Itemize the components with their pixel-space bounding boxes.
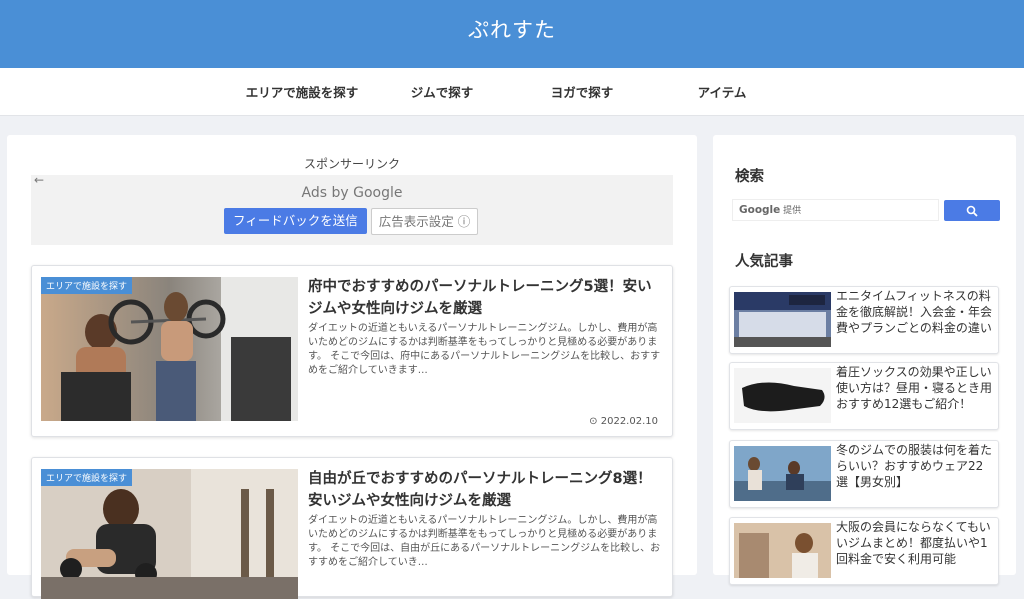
article-title[interactable]: 自由が丘でおすすめのパーソナルトレーニング8選！安いジムや女性向けジムを厳選: [308, 468, 658, 512]
nav-item-yoga[interactable]: ヨガで探す: [512, 82, 652, 101]
popular-thumbnail[interactable]: [734, 523, 831, 578]
article-card[interactable]: エリアで施設を探す 府中でおすすめのパーソナルトレーニング5選！安いジムや女性向…: [31, 265, 673, 437]
popular-thumbnail[interactable]: [734, 368, 831, 423]
search-icon: [966, 205, 978, 217]
category-badge[interactable]: エリアで施設を探す: [41, 277, 133, 294]
search-button[interactable]: [944, 200, 1000, 221]
popular-article-title[interactable]: 冬のジムでの服装は何を着たらいい？おすすめウェア22選【男女別】: [836, 442, 994, 490]
ad-feedback-button[interactable]: フィードバックを送信: [224, 208, 367, 234]
article-date-text: 2022.02.10: [600, 416, 658, 427]
search-provided-label: 提供: [783, 206, 802, 216]
popular-article-title[interactable]: 大阪の会員にならなくてもいいジムまとめ！都度払いや1回料金で安く利用可能: [836, 519, 994, 567]
gym-photo: [41, 469, 298, 599]
article-thumbnail[interactable]: エリアで施設を探す: [41, 469, 298, 599]
main-content: スポンサーリンク ← Ads by Google フィードバックを送信 広告表示…: [7, 135, 697, 599]
site-title[interactable]: ぷれすた: [468, 14, 556, 44]
ad-settings-label: 広告表示設定: [378, 214, 454, 229]
article-thumbnail[interactable]: エリアで施設を探す: [41, 277, 298, 421]
gym-photo: [41, 277, 298, 421]
popular-thumbnail[interactable]: [734, 292, 831, 347]
article-card[interactable]: エリアで施設を探す 自由が丘でおすすめのパーソナルトレーニング8選！安いジムや女…: [31, 457, 673, 599]
nav-item-items[interactable]: アイテム: [652, 82, 792, 101]
search-widget: Google 提供: [732, 199, 1000, 223]
clock-icon: ⊙: [589, 416, 598, 427]
ad-box: ← Ads by Google フィードバックを送信 広告表示設定 ⓘ: [31, 173, 673, 245]
article-date: ⊙ 2022.02.10: [589, 416, 658, 427]
popular-heading: 人気記事: [735, 254, 793, 270]
gym-exterior-photo: [734, 292, 831, 347]
sidebar: 検索 Google 提供 人気記事 エニタイムフィットネスの料金を徹底解説！入会…: [713, 135, 1016, 585]
ads-by-google: Ads by Google: [301, 185, 403, 201]
global-nav: エリアで施設を探す ジムで探す ヨガで探す アイテム: [0, 68, 1024, 116]
socks-photo: [734, 368, 831, 423]
search-heading: 検索: [735, 169, 764, 185]
nav-item-area[interactable]: エリアで施設を探す: [232, 82, 372, 101]
popular-thumbnail[interactable]: [734, 446, 831, 501]
info-icon: ⓘ: [457, 214, 471, 229]
gym-woman-photo: [734, 523, 831, 578]
category-badge[interactable]: エリアで施設を探す: [41, 469, 133, 486]
article-title[interactable]: 府中でおすすめのパーソナルトレーニング5選！安いジムや女性向けジムを厳選: [308, 276, 658, 320]
popular-article[interactable]: 冬のジムでの服装は何を着たらいい？おすすめウェア22選【男女別】: [729, 440, 999, 508]
nav-list: エリアで施設を探す ジムで探す ヨガで探す アイテム: [232, 82, 792, 101]
sponsor-label: スポンサーリンク: [303, 157, 400, 171]
ad-buttons: フィードバックを送信 広告表示設定 ⓘ: [224, 208, 479, 235]
google-brand: Google: [739, 204, 781, 216]
search-input[interactable]: Google 提供: [732, 199, 939, 221]
ad-settings-button[interactable]: 広告表示設定 ⓘ: [370, 208, 479, 235]
article-excerpt: ダイエットの近道ともいえるパーソナルトレーニングジム。しかし、費用が高いためどの…: [308, 515, 661, 568]
popular-article[interactable]: 着圧ソックスの効果や正しい使い方は？昼用・寝るとき用おすすめ12選もご紹介！: [729, 362, 999, 430]
popular-article[interactable]: エニタイムフィットネスの料金を徹底解説！入会金・年会費やプランごとの料金の違い: [729, 286, 999, 354]
article-excerpt: ダイエットの近道ともいえるパーソナルトレーニングジム。しかし、費用が高いためどの…: [308, 323, 661, 376]
popular-article-title[interactable]: エニタイムフィットネスの料金を徹底解説！入会金・年会費やプランごとの料金の違い: [836, 288, 994, 336]
gym-class-photo: [734, 446, 831, 501]
popular-article-title[interactable]: 着圧ソックスの効果や正しい使い方は？昼用・寝るとき用おすすめ12選もご紹介！: [836, 364, 994, 412]
popular-article[interactable]: 大阪の会員にならなくてもいいジムまとめ！都度払いや1回料金で安く利用可能: [729, 517, 999, 585]
nav-item-gym[interactable]: ジムで探す: [372, 82, 512, 101]
site-header: ぷれすた: [0, 0, 1024, 68]
